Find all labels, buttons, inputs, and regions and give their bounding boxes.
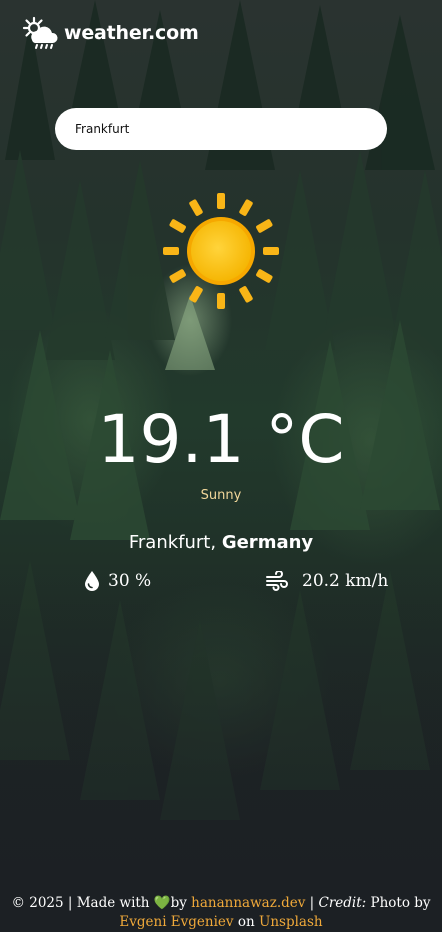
weather-app: weather.com 19.1 °C Sunny F (0, 0, 442, 932)
humidity-value: 30 % (108, 571, 152, 591)
weather-condition: Sunny (200, 488, 242, 503)
footer: © 2025 | Made with 💚by hanannawaz.dev | … (0, 894, 442, 932)
separator-text: | (305, 895, 319, 911)
brand[interactable]: weather.com (20, 16, 199, 50)
author-link[interactable]: hanannawaz.dev (191, 895, 305, 911)
credit-label: Credit: (318, 895, 367, 911)
wind-icon (266, 571, 288, 591)
droplet-icon (85, 571, 99, 591)
copyright-text: © 2025 | Made with (11, 895, 154, 911)
wind-value: 20.2 km/h (302, 571, 389, 591)
temperature: 19.1 °C (97, 401, 345, 478)
heart-icon: 💚 (153, 895, 171, 911)
photo-by-text: Photo by (366, 895, 431, 911)
sun-cloud-rain-icon (22, 16, 58, 49)
unsplash-link[interactable]: Unsplash (259, 914, 323, 930)
city-name: Frankfurt, (128, 532, 217, 553)
location: Frankfurt, Germany (0, 532, 442, 553)
by-text: by (170, 895, 192, 911)
photographer-link[interactable]: Evgeni Evgeniev (119, 914, 233, 930)
country-name: Germany (221, 532, 314, 553)
wind-stat: 20.2 km/h (266, 570, 388, 592)
city-search-input[interactable] (55, 108, 387, 150)
humidity-stat: 30 % (84, 570, 151, 592)
brand-name: weather.com (64, 22, 199, 44)
on-text: on (233, 914, 259, 930)
sun-icon (163, 193, 279, 309)
